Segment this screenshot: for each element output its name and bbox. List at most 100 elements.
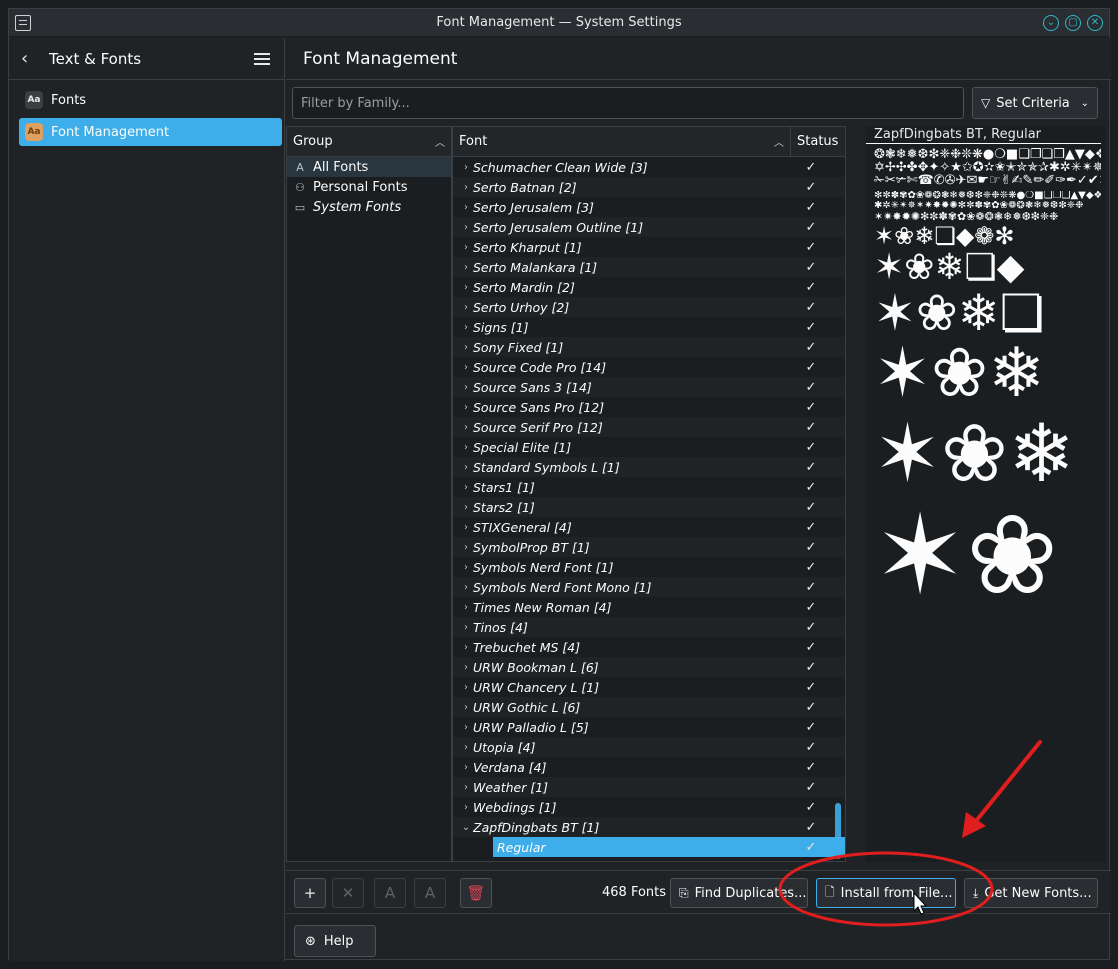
chevron-right-icon[interactable]: › (453, 462, 473, 473)
font-row[interactable]: › Webdings [1] ✓ (453, 797, 845, 817)
group-item-system-fonts[interactable]: ▭ System Fonts (287, 197, 451, 217)
font-header[interactable]: Font ︿ (453, 127, 791, 157)
back-arrow-icon[interactable]: ‹ (21, 48, 39, 69)
chevron-right-icon[interactable]: › (453, 662, 473, 673)
chevron-right-icon[interactable]: › (453, 702, 473, 713)
group-column-header[interactable]: Group ︿ (287, 127, 451, 157)
chevron-right-icon[interactable]: › (453, 542, 473, 553)
font-row[interactable]: › Sony Fixed [1] ✓ (453, 337, 845, 357)
hamburger-menu-icon[interactable] (254, 52, 272, 66)
font-row[interactable]: › URW Palladio L [5] ✓ (453, 717, 845, 737)
remove-group-button[interactable]: ✕ (332, 878, 364, 908)
font-row[interactable]: › Serto Jerusalem [3] ✓ (453, 197, 845, 217)
chevron-right-icon[interactable]: › (453, 442, 473, 453)
font-row[interactable]: › URW Bookman L [6] ✓ (453, 657, 845, 677)
chevron-right-icon[interactable]: › (453, 522, 473, 533)
chevron-right-icon[interactable]: › (453, 202, 473, 213)
minimize-button[interactable]: ⌄ (1043, 15, 1059, 31)
chevron-right-icon[interactable]: › (453, 322, 473, 333)
font-name: Sony Fixed [1] (473, 339, 564, 355)
add-group-button[interactable]: + (294, 878, 326, 908)
get-new-fonts-button[interactable]: ⤓ Get New Fonts... (964, 878, 1098, 908)
back-label[interactable]: Text & Fonts (49, 50, 254, 68)
font-row[interactable]: › Source Sans 3 [14] ✓ (453, 377, 845, 397)
font-row[interactable]: › Symbols Nerd Font [1] ✓ (453, 557, 845, 577)
chevron-right-icon[interactable]: › (453, 682, 473, 693)
chevron-right-icon[interactable]: › (453, 562, 473, 573)
chevron-right-icon[interactable]: › (453, 302, 473, 313)
font-row[interactable]: › Signs [1] ✓ (453, 317, 845, 337)
chevron-right-icon[interactable]: › (453, 722, 473, 733)
font-row[interactable]: › Serto Mardin [2] ✓ (453, 277, 845, 297)
group-item-personal-fonts[interactable]: ⚇ Personal Fonts (287, 177, 451, 197)
chevron-down-icon[interactable]: ⌄ (453, 822, 473, 833)
titlebar[interactable]: Font Management — System Settings ⌄ ▢ ✕ (9, 9, 1109, 37)
chevron-right-icon[interactable]: › (453, 422, 473, 433)
disable-font-button[interactable]: A (414, 878, 446, 908)
chevron-right-icon[interactable]: › (453, 482, 473, 493)
font-row[interactable]: › Trebuchet MS [4] ✓ (453, 637, 845, 657)
chevron-right-icon[interactable]: › (453, 182, 473, 193)
chevron-right-icon[interactable]: › (453, 642, 473, 653)
font-row[interactable]: ⌄ ZapfDingbats BT [1] ✓ (453, 817, 845, 837)
enable-font-button[interactable]: A (374, 878, 406, 908)
font-row[interactable]: › Times New Roman [4] ✓ (453, 597, 845, 617)
font-list[interactable]: › Schumacher Clean Wide [3] ✓ › Serto Batnan… (453, 157, 845, 857)
chevron-right-icon[interactable]: › (453, 222, 473, 233)
font-row[interactable]: › Tinos [4] ✓ (453, 617, 845, 637)
chevron-right-icon[interactable]: › (453, 762, 473, 773)
chevron-right-icon[interactable]: › (453, 582, 473, 593)
chevron-right-icon[interactable]: › (453, 382, 473, 393)
font-row[interactable]: › Serto Batnan [2] ✓ (453, 177, 845, 197)
font-row[interactable]: › Serto Kharput [1] ✓ (453, 237, 845, 257)
font-row[interactable]: › Verdana [4] ✓ (453, 757, 845, 777)
chevron-right-icon[interactable]: › (453, 782, 473, 793)
font-row[interactable]: › Stars2 [1] ✓ (453, 497, 845, 517)
sidebar-item-font-management[interactable]: Aa Font Management (19, 118, 282, 146)
chevron-right-icon[interactable]: › (453, 802, 473, 813)
filter-family-input[interactable] (292, 87, 964, 119)
install-from-file-button[interactable]: 🗋 Install from File... (816, 878, 956, 908)
chevron-right-icon[interactable]: › (453, 402, 473, 413)
status-header[interactable]: Status (791, 127, 845, 157)
font-row[interactable]: › Stars1 [1] ✓ (453, 477, 845, 497)
chevron-right-icon[interactable]: › (453, 742, 473, 753)
font-row[interactable]: › URW Gothic L [6] ✓ (453, 697, 845, 717)
settings-app-icon[interactable] (15, 15, 31, 31)
chevron-right-icon[interactable]: › (453, 622, 473, 633)
delete-font-button[interactable]: 🗑 (460, 878, 492, 908)
font-style-row-selected[interactable]: Regular ✓ (493, 837, 845, 857)
close-button[interactable]: ✕ (1087, 15, 1103, 31)
font-row[interactable]: › SymbolProp BT [1] ✓ (453, 537, 845, 557)
font-row[interactable]: › URW Chancery L [1] ✓ (453, 677, 845, 697)
font-row[interactable]: › Symbols Nerd Font Mono [1] ✓ (453, 577, 845, 597)
font-row[interactable]: › Source Serif Pro [12] ✓ (453, 417, 845, 437)
chevron-right-icon[interactable]: › (453, 602, 473, 613)
font-row[interactable]: › Source Code Pro [14] ✓ (453, 357, 845, 377)
set-criteria-button[interactable]: ▽ Set Criteria ⌄ (972, 87, 1098, 119)
maximize-button[interactable]: ▢ (1065, 15, 1081, 31)
group-item-all-fonts[interactable]: A All Fonts (287, 157, 451, 177)
help-button[interactable]: ⊛ Help (294, 925, 376, 957)
chevron-right-icon[interactable]: › (453, 342, 473, 353)
find-duplicates-button[interactable]: ⎘ Find Duplicates... (670, 878, 808, 908)
font-row[interactable]: › STIXGeneral [4] ✓ (453, 517, 845, 537)
font-row[interactable]: › Serto Urhoy [2] ✓ (453, 297, 845, 317)
sidebar-item-fonts[interactable]: Aa Fonts (19, 86, 282, 114)
font-row[interactable]: › Weather [1] ✓ (453, 777, 845, 797)
font-row[interactable]: › Utopia [4] ✓ (453, 737, 845, 757)
enabled-check-icon: ✓ (805, 519, 817, 535)
chevron-right-icon[interactable]: › (453, 262, 473, 273)
font-row[interactable]: › Source Sans Pro [12] ✓ (453, 397, 845, 417)
font-row[interactable]: › Standard Symbols L [1] ✓ (453, 457, 845, 477)
chevron-right-icon[interactable]: › (453, 502, 473, 513)
chevron-right-icon[interactable]: › (453, 162, 473, 173)
font-row[interactable]: › Schumacher Clean Wide [3] ✓ (453, 157, 845, 177)
chevron-right-icon[interactable]: › (453, 362, 473, 373)
font-list-scrollbar[interactable] (835, 803, 841, 859)
font-row[interactable]: › Special Elite [1] ✓ (453, 437, 845, 457)
chevron-right-icon[interactable]: › (453, 242, 473, 253)
font-row[interactable]: › Serto Malankara [1] ✓ (453, 257, 845, 277)
font-row[interactable]: › Serto Jerusalem Outline [1] ✓ (453, 217, 845, 237)
chevron-right-icon[interactable]: › (453, 282, 473, 293)
